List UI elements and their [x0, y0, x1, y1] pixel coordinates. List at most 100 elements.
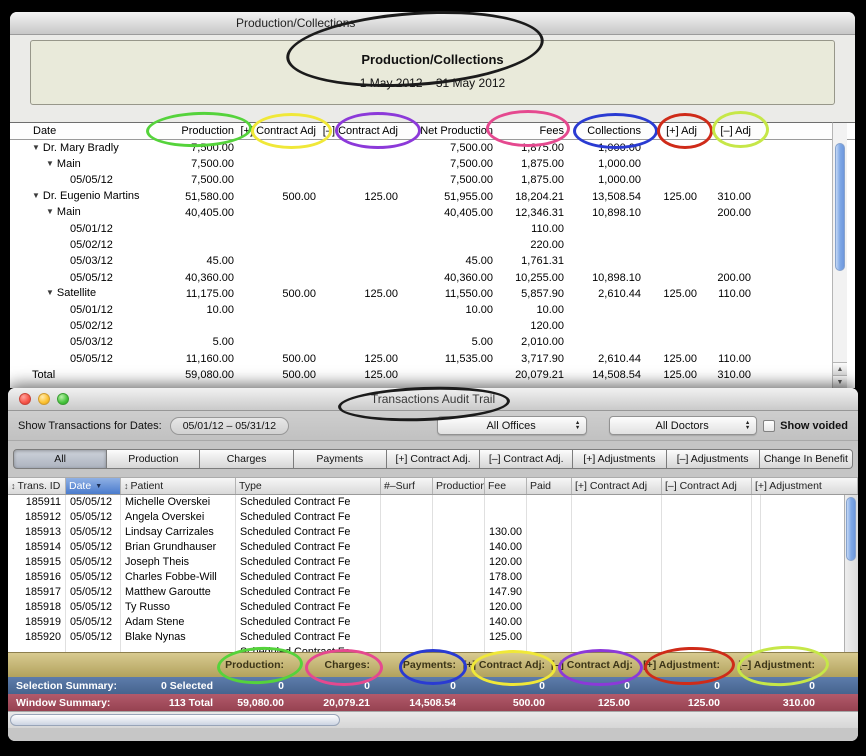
- audit-cell: Ty Russo: [121, 600, 236, 615]
- audit-column-header-contract-adj[interactable]: [+] Contract Adj: [572, 478, 662, 494]
- audit-column-header-production[interactable]: Production: [433, 478, 485, 494]
- report-cell: 7,500.00: [450, 174, 493, 187]
- report-column-header-contract-adj[interactable]: [–] Contract Adj: [320, 123, 402, 139]
- transaction-row[interactable]: 185918 05/05/12 Ty Russo Scheduled Contract…: [8, 600, 858, 615]
- report-row-label-text: 05/05/12: [70, 271, 113, 284]
- audit-column-label: Paid: [530, 480, 552, 492]
- audit-cell: Adam Stene: [121, 615, 236, 630]
- report-vertical-scrollbar[interactable]: ▲ ▼: [832, 122, 847, 388]
- report-column-header-date[interactable]: Date: [24, 123, 168, 139]
- report-row[interactable]: 05/02/12 220.00: [10, 237, 855, 253]
- report-row[interactable]: 05/05/12 11,160.00 500.00 125.00 11,535.00 3,…: [10, 350, 855, 366]
- tab-all[interactable]: All: [13, 449, 108, 469]
- audit-column-header-patient[interactable]: ↕ Patient: [121, 478, 236, 494]
- audit-column-header-surf[interactable]: #–Surf: [381, 478, 433, 494]
- scroll-down-arrow-icon[interactable]: ▼: [833, 375, 847, 388]
- report-row[interactable]: ▼ Main 40,405.00 40,405.00 12,346.31 10,898.1…: [10, 205, 855, 221]
- report-column-header-adj[interactable]: [+] Adj: [645, 123, 701, 139]
- disclosure-triangle-icon[interactable]: ▼: [46, 156, 54, 172]
- report-row[interactable]: 05/05/12 7,500.00 7,500.00 1,875.00 1,000.00: [10, 172, 855, 188]
- transaction-row[interactable]: 185919 05/05/12 Adam Stene Scheduled Contra…: [8, 615, 858, 630]
- report-row[interactable]: 05/03/12 5.00 5.00 2,010.00: [10, 334, 855, 350]
- audit-column-header-type[interactable]: Type: [236, 478, 381, 494]
- disclosure-triangle-icon[interactable]: ▼: [46, 204, 54, 220]
- report-column-header-production[interactable]: Production: [168, 123, 238, 139]
- selection-summary-label: Selection Summary:: [16, 679, 117, 692]
- report-row-label-text: 05/02/12: [70, 320, 113, 333]
- scrollbar-thumb[interactable]: [10, 714, 340, 726]
- report-row[interactable]: 05/03/12 45.00 45.00 1,761.31: [10, 253, 855, 269]
- report-row[interactable]: 05/01/12 110.00: [10, 221, 855, 237]
- audit-column-header-paid[interactable]: Paid: [527, 478, 572, 494]
- scrollbar-thumb[interactable]: [846, 497, 856, 561]
- disclosure-triangle-icon[interactable]: ▼: [46, 285, 54, 301]
- report-column-header-contract-adj[interactable]: [+] Contract Adj: [238, 123, 320, 139]
- transaction-row[interactable]: 185912 05/05/12 Angela Overskei Scheduled C…: [8, 510, 858, 525]
- audit-cell: 05/05/12: [66, 555, 121, 570]
- transaction-row[interactable]: 185917 05/05/12 Matthew Garoutte Scheduled …: [8, 585, 858, 600]
- audit-column-header-trans-id[interactable]: ↕ Trans. ID: [8, 478, 66, 494]
- audit-cell: Charles Fobbe-Will: [121, 570, 236, 585]
- audit-column-header-date[interactable]: Date ▼: [66, 478, 121, 494]
- tab-payments[interactable]: Payments: [293, 449, 387, 469]
- transaction-row[interactable]: Scheduled Contract Fe: [8, 645, 858, 652]
- tab-contract-adj[interactable]: [–] Contract Adj.: [480, 449, 574, 469]
- tab-contract-adj[interactable]: [+] Contract Adj.: [386, 449, 481, 469]
- tab-adjustments[interactable]: [+] Adjustments: [573, 449, 667, 469]
- audit-column-header-fee[interactable]: Fee: [485, 478, 527, 494]
- disclosure-triangle-icon[interactable]: ▼: [32, 188, 40, 204]
- show-voided-checkbox[interactable]: [763, 419, 776, 432]
- audit-cell: 185919: [8, 615, 66, 630]
- report-row[interactable]: 05/05/12 40,360.00 40,360.00 10,255.00 10,89…: [10, 270, 855, 286]
- report-cell: 45.00: [465, 255, 493, 268]
- report-cell: 13,508.54: [592, 190, 641, 203]
- report-row[interactable]: ▼ Dr. Eugenio Martins 51,580.00 500.00 125.0…: [10, 189, 855, 205]
- scroll-up-arrow-icon[interactable]: ▲: [833, 362, 847, 375]
- transaction-row[interactable]: 185913 05/05/12 Lindsay Carrizales Schedule…: [8, 525, 858, 540]
- report-window-titlebar[interactable]: Production/Collections: [10, 12, 855, 35]
- audit-vertical-scrollbar[interactable]: [844, 495, 858, 652]
- report-row[interactable]: Total 59,080.00 500.00 125.00 20,079.21 14,50…: [10, 367, 855, 383]
- audit-cell: [433, 510, 485, 525]
- audit-cell: 125.00: [485, 630, 527, 645]
- disclosure-triangle-icon[interactable]: ▼: [32, 140, 40, 156]
- audit-window-titlebar[interactable]: Transactions Audit Trail: [8, 388, 858, 411]
- report-column-header-collections[interactable]: Collections: [568, 123, 645, 139]
- tab-charges[interactable]: Charges: [200, 449, 294, 469]
- audit-horizontal-scrollbar[interactable]: [8, 711, 858, 728]
- audit-cell: [662, 615, 752, 630]
- minimize-button[interactable]: [38, 393, 50, 405]
- report-column-header-adj[interactable]: [–] Adj: [701, 123, 755, 139]
- transaction-row[interactable]: 185916 05/05/12 Charles Fobbe-Will Schedule…: [8, 570, 858, 585]
- audit-cell: [381, 600, 433, 615]
- audit-cell: [662, 525, 752, 540]
- doctors-select-value: All Doctors: [655, 419, 709, 432]
- report-row[interactable]: ▼ Main 7,500.00 7,500.00 1,875.00 1,000.00: [10, 156, 855, 172]
- offices-select[interactable]: All Offices ▲ ▼: [437, 416, 588, 435]
- audit-cell: Scheduled Contract Fe: [236, 495, 381, 510]
- transaction-row[interactable]: 185914 05/05/12 Brian Grundhauser Scheduled…: [8, 540, 858, 555]
- report-row[interactable]: 05/01/12 10.00 10.00 10.00: [10, 302, 855, 318]
- report-cell: 10,255.00: [515, 271, 564, 284]
- transaction-row[interactable]: 185915 05/05/12 Joseph Theis Scheduled Cont…: [8, 555, 858, 570]
- report-column-header-net-production[interactable]: Net Production: [402, 123, 497, 139]
- tab-change-in-benefit[interactable]: Change In Benefit: [759, 449, 853, 469]
- transaction-row[interactable]: 185920 05/05/12 Blake Nynas Scheduled Contr…: [8, 630, 858, 645]
- report-column-header-fees[interactable]: Fees: [497, 123, 568, 139]
- report-row[interactable]: 05/02/12 120.00: [10, 318, 855, 334]
- doctors-select[interactable]: All Doctors ▲ ▼: [609, 416, 758, 435]
- audit-column-header-contract-adj[interactable]: [–] Contract Adj: [662, 478, 752, 494]
- scrollbar-thumb[interactable]: [835, 143, 845, 271]
- report-row[interactable]: ▼ Dr. Mary Bradly 7,500.00 7,500.00 1,875.00…: [10, 140, 855, 156]
- zoom-button[interactable]: [57, 393, 69, 405]
- audit-cell: 185915: [8, 555, 66, 570]
- tab-production[interactable]: Production: [107, 449, 201, 469]
- tab-adjustments[interactable]: [–] Adjustments: [666, 449, 760, 469]
- audit-column-header-adjustment[interactable]: [+] Adjustment: [752, 478, 858, 494]
- selection-summary-value: 0: [624, 679, 630, 692]
- date-range-field[interactable]: 05/01/12 – 05/31/12: [169, 416, 290, 435]
- transaction-row[interactable]: 185911 05/05/12 Michelle Overskei Scheduled…: [8, 495, 858, 510]
- report-row[interactable]: ▼ Satellite 11,175.00 500.00 125.00 11,550.00…: [10, 286, 855, 302]
- sort-icon: ↕: [11, 481, 16, 491]
- close-button[interactable]: [19, 393, 31, 405]
